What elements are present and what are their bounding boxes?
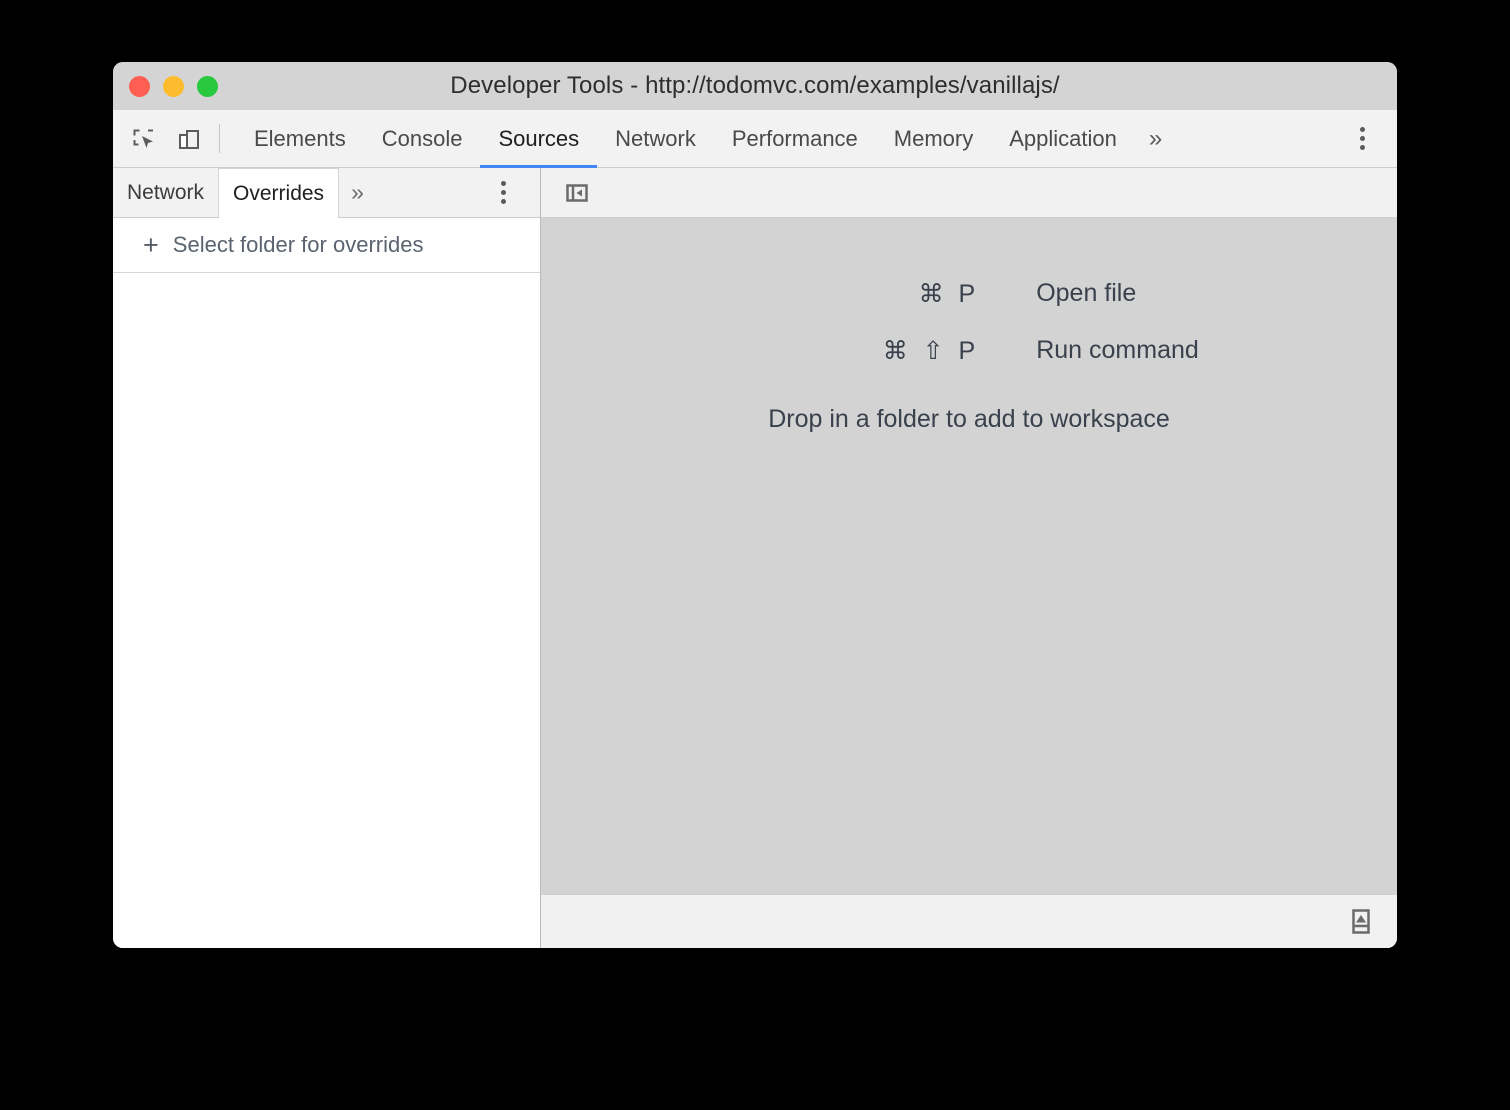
tab-performance[interactable]: Performance (714, 110, 876, 167)
show-drawer-icon[interactable] (1341, 902, 1381, 942)
shortcut-run-command-keys: ⌘ ⇧ P (739, 336, 1036, 366)
shortcut-list: ⌘ P Open file ⌘ ⇧ P Run command (739, 265, 1199, 379)
device-toolbar-icon[interactable] (173, 124, 203, 154)
devtools-tab-list: Elements Console Sources Network Perform… (236, 110, 1312, 167)
minimize-window-button[interactable] (163, 76, 184, 97)
tab-sources[interactable]: Sources (480, 110, 597, 167)
more-subtabs-button[interactable]: » (339, 168, 376, 217)
maximize-window-button[interactable] (197, 76, 218, 97)
show-navigator-icon[interactable] (562, 178, 592, 208)
shortcut-open-file-keys: ⌘ P (739, 279, 1036, 309)
editor-pane: ⌘ P Open file ⌘ ⇧ P Run command Drop in … (541, 168, 1397, 948)
more-tabs-button[interactable]: » (1135, 110, 1176, 167)
three-dot-vertical-icon[interactable] (1345, 122, 1379, 156)
devtools-toolbar-icons (113, 110, 203, 167)
screen-canvas: Developer Tools - http://todomvc.com/exa… (0, 0, 1510, 1110)
toolbar-divider (219, 124, 220, 153)
tab-memory[interactable]: Memory (876, 110, 991, 167)
devtools-main-tabbar: Elements Console Sources Network Perform… (113, 110, 1397, 168)
editor-statusbar (541, 894, 1397, 948)
traffic-lights (129, 62, 218, 110)
shortcut-open-file-action: Open file (1036, 279, 1136, 308)
select-folder-label: Select folder for overrides (173, 232, 424, 258)
shortcut-run-command: ⌘ ⇧ P Run command (739, 322, 1199, 379)
shortcut-open-file: ⌘ P Open file (739, 265, 1199, 322)
subtab-network[interactable]: Network (113, 168, 218, 217)
plus-icon: + (143, 232, 159, 259)
navigator-subtabbar: Network Overrides » (113, 168, 540, 218)
editor-toolbar (541, 168, 1397, 218)
tabbar-right-group (1312, 110, 1397, 167)
select-folder-for-overrides-button[interactable]: + Select folder for overrides (113, 218, 540, 273)
navigator-file-list (113, 273, 540, 948)
subtab-overrides[interactable]: Overrides (218, 168, 339, 218)
tab-console[interactable]: Console (364, 110, 481, 167)
shortcut-run-command-action: Run command (1036, 336, 1199, 365)
devtools-window: Developer Tools - http://todomvc.com/exa… (113, 62, 1397, 948)
navigator-subtabbar-right (486, 168, 540, 217)
navigator-three-dot-vertical-icon[interactable] (486, 176, 520, 210)
inspect-element-icon[interactable] (129, 124, 159, 154)
tab-application[interactable]: Application (991, 110, 1135, 167)
tab-network[interactable]: Network (597, 110, 714, 167)
editor-empty-state: ⌘ P Open file ⌘ ⇧ P Run command Drop in … (541, 218, 1397, 894)
window-title: Developer Tools - http://todomvc.com/exa… (113, 72, 1397, 100)
devtools-body: Network Overrides » + Select folder for … (113, 168, 1397, 948)
window-titlebar: Developer Tools - http://todomvc.com/exa… (113, 62, 1397, 110)
navigator-pane: Network Overrides » + Select folder for … (113, 168, 541, 948)
drop-folder-hint: Drop in a folder to add to workspace (768, 405, 1170, 434)
close-window-button[interactable] (129, 76, 150, 97)
tab-elements[interactable]: Elements (236, 110, 364, 167)
